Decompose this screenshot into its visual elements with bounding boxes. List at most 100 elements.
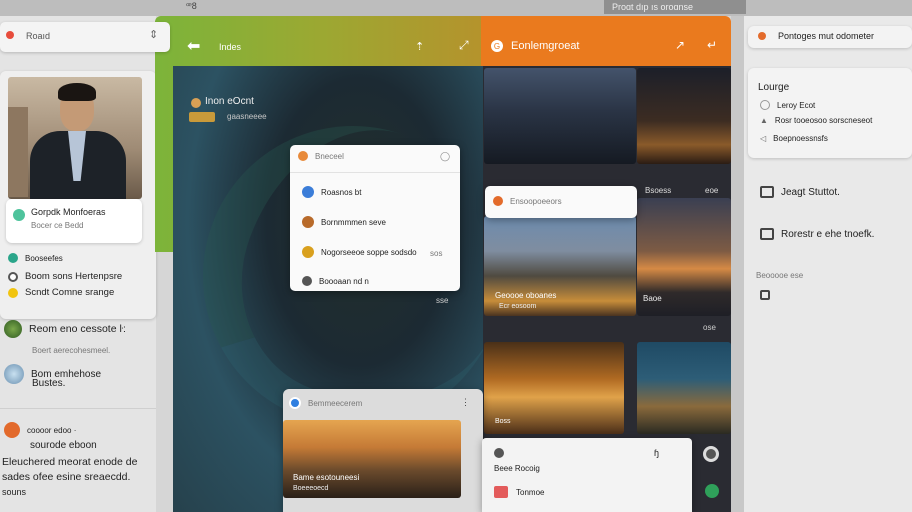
globe-icon — [302, 186, 314, 198]
gallery-image-city-night[interactable] — [637, 68, 731, 164]
left-list-item-3-sub: sourode eboon — [30, 440, 97, 451]
right-panel-item-3[interactable]: ◁ Boepnoessnsfs — [760, 134, 828, 143]
folder-icon — [760, 186, 774, 198]
popup-item-1[interactable]: Roasnos bt — [302, 186, 361, 198]
popup-item-3-meta: sos — [430, 249, 443, 258]
orange-header: G Eonlemgroeat ↗ ↵ — [481, 16, 731, 68]
tag-icon: ◁ — [760, 134, 767, 143]
chat-icon — [289, 397, 301, 409]
star-icon — [8, 287, 18, 298]
user-icon — [302, 276, 312, 286]
avatar — [302, 216, 314, 228]
right-panel-sub: Beooooe ese — [756, 271, 804, 280]
left-list-item-1-sub: Boert aerecohesmeel. — [32, 346, 111, 355]
top-bar: ꟹ8 Proɑt dıp ıs oroɑnse — [0, 0, 912, 16]
left-list-item-2-sub: Bustes. — [32, 378, 66, 389]
bottom-right-line-2: Tonmoe — [516, 488, 545, 497]
tag-badge — [189, 112, 215, 122]
avatar — [4, 422, 20, 438]
gallery-side-label-2: eoe — [705, 186, 719, 195]
gallery-popup[interactable]: Ensoopoeeors — [485, 186, 637, 218]
green-panel-title: Indes — [219, 42, 242, 52]
left-footer-line-3: souns — [2, 487, 27, 497]
more-icon[interactable]: ⋮ — [461, 397, 470, 408]
calendar-icon — [494, 486, 508, 498]
search-input[interactable]: Roaıd — [26, 31, 50, 41]
scrollbar[interactable] — [731, 16, 744, 512]
avatar — [4, 320, 22, 338]
bottom-card-caption-2: Boeeeoecd — [293, 485, 329, 492]
popup-item-2[interactable]: Bornmmmen seve — [302, 216, 386, 228]
divider — [0, 408, 156, 409]
popup-item-3[interactable]: Nogorseeoe soppe sodsdo — [302, 246, 417, 258]
gallery-image-mountains[interactable] — [484, 68, 636, 164]
google-icon: G — [491, 40, 503, 52]
close-icon[interactable]: ◯ — [440, 151, 450, 162]
bottom-image-card[interactable]: Bemmeecerem ⋮ Bame esotouneesi Boeeeoecd — [283, 389, 483, 512]
profile-item-1[interactable]: Booseefes — [8, 253, 63, 263]
avatar — [493, 196, 503, 206]
profile-photo — [8, 77, 142, 199]
sort-icon[interactable]: ⇡ — [415, 40, 424, 53]
gallery-bottom-label: Boss — [495, 418, 511, 425]
left-list-item-1[interactable]: Reom eno cessote ŀ: — [4, 320, 126, 338]
user-icon — [494, 448, 504, 458]
gallery-image-city-aerial[interactable] — [484, 216, 636, 316]
main-subtitle: Inon eOcnt — [205, 96, 254, 107]
back-icon[interactable]: ⬅ — [187, 36, 200, 56]
profile-item-3[interactable]: Scndt Comne srange — [8, 287, 114, 298]
top-bar-left-text: ꟹ8 — [186, 1, 197, 11]
left-list-item-3[interactable]: coooor edoo · — [4, 422, 76, 438]
profile-name: Gorpdk Monfoeras — [31, 207, 106, 217]
profile-card[interactable]: Gorpdk Monfoeras Bocer ce Bedd Booseefes… — [0, 71, 156, 319]
avatar — [298, 151, 308, 161]
gallery-image-harbor[interactable] — [637, 342, 731, 434]
sun-icon — [302, 246, 314, 258]
profile-subtitle: Bocer ce Bedd — [31, 221, 84, 230]
avatar[interactable] — [703, 446, 719, 462]
bottom-right-line-1: Beee Rocoig — [494, 464, 540, 473]
top-bar-title: Proɑt dıp ıs oroɑnse — [604, 0, 746, 14]
right-panel-action-2[interactable]: Rorestr e ehe tnoefk. — [760, 228, 874, 240]
right-panel-header[interactable]: Pontoges mut odometer — [748, 26, 912, 48]
settings-icon[interactable] — [760, 290, 770, 300]
profile-name-card[interactable]: Gorpdk Monfoeras Bocer ce Bedd — [6, 199, 142, 243]
gallery-caption-1: Geoooe oboanes — [495, 291, 557, 300]
expand-icon[interactable]: ↗ — [675, 38, 685, 52]
right-panel: Pontoges mut odometer Lourge Leroy Ecot … — [744, 16, 912, 512]
record-icon — [6, 31, 14, 39]
gallery-side-label-3: Baoe — [643, 294, 662, 303]
leaf-icon — [8, 253, 18, 263]
main-meta: gaasneeee — [227, 112, 267, 121]
left-footer-line-1: Eleuchered meorat enode de — [2, 456, 138, 468]
popup-footer: sse — [436, 296, 449, 305]
left-sidebar: Gorpdk Monfoeras Bocer ce Bedd Booseefes… — [0, 16, 156, 512]
gallery-side-label-4: ose — [703, 323, 716, 332]
bottom-right-meta: ɧ — [654, 448, 660, 458]
avatar — [191, 98, 201, 108]
search-bar[interactable]: Roaıd ⇕ — [0, 22, 170, 52]
popup-item-4[interactable]: Boooaan nd n — [302, 276, 369, 286]
profile-item-2[interactable]: Boom sons Hertenpsre — [8, 271, 122, 282]
link-icon[interactable]: ⤢ — [459, 38, 469, 53]
right-panel-item-2[interactable]: ▲ Rosr tooeosoo sorscneseot — [760, 116, 872, 125]
orange-header-title: Eonlemgroeat — [511, 40, 580, 52]
right-panel-item-1[interactable]: Leroy Ecot — [760, 100, 815, 110]
bottom-card-caption: Bame esotouneesi — [293, 473, 360, 482]
right-panel-action-1[interactable]: Jeagt Stuttot. — [760, 186, 840, 198]
bottom-right-card[interactable]: ɧ Beee Rocoig Tonmoe — [482, 438, 692, 512]
circle-icon — [760, 100, 770, 110]
sort-icon[interactable]: ⇕ — [149, 28, 158, 41]
lock-icon: ▲ — [760, 116, 768, 125]
center-popup[interactable]: Bneceel ◯ Roasnos bt Bornmmmen seve Nogo… — [290, 145, 460, 291]
chat-icon[interactable] — [705, 484, 719, 498]
return-icon[interactable]: ↵ — [707, 38, 717, 52]
popup-header: Bneceel — [298, 151, 344, 161]
avatar — [4, 364, 24, 384]
right-panel-list: Lourge Leroy Ecot ▲ Rosr tooeosoo sorscn… — [748, 68, 912, 158]
record-icon — [758, 32, 766, 40]
left-footer-line-2: sades ofee esine sreaecdd. — [2, 471, 131, 483]
clock-icon — [8, 271, 18, 282]
building-icon — [760, 228, 774, 240]
status-icon — [13, 209, 25, 221]
